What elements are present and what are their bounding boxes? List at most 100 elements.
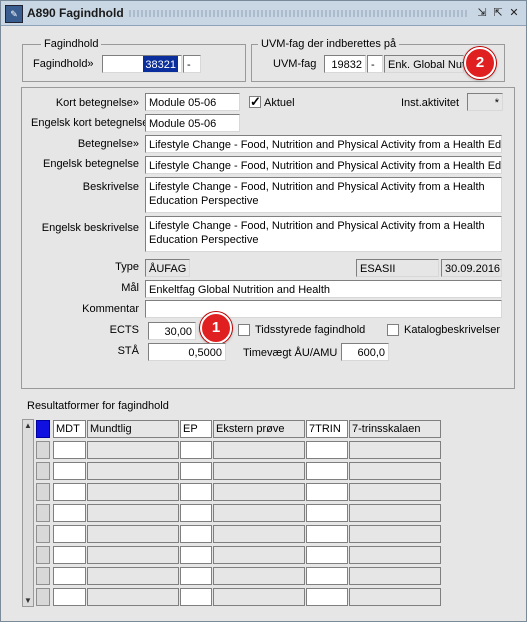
grid-cell[interactable] — [180, 525, 212, 543]
type-field: ÅUFAG — [145, 259, 190, 277]
grid-cell-row-1: Mundtlig — [87, 420, 179, 438]
grid-cell — [349, 462, 441, 480]
grid-cell[interactable] — [180, 483, 212, 501]
grid-cell — [87, 483, 179, 501]
grid-cell[interactable] — [180, 546, 212, 564]
grid-cell[interactable] — [53, 588, 86, 606]
row-indicator[interactable] — [36, 441, 50, 459]
grid-cell-row-1: 7-trinsskalaen — [349, 420, 441, 438]
scroll-down-icon[interactable]: ▼ — [23, 595, 33, 606]
grid-cell[interactable] — [53, 525, 86, 543]
uvm-fag-suffix[interactable]: - — [367, 55, 383, 73]
check-icon: ✓ — [250, 94, 261, 109]
grid-cell[interactable] — [306, 504, 348, 522]
resultatformer-title: Resultatformer for fagindhold — [27, 400, 169, 412]
grid-cell[interactable] — [180, 567, 212, 585]
grid-cell — [349, 525, 441, 543]
aktuel-label: Aktuel — [264, 97, 295, 109]
row-indicator[interactable] — [36, 462, 50, 480]
maal-label: Mål — [121, 282, 139, 294]
grid-cell[interactable] — [53, 546, 86, 564]
scroll-up-icon[interactable]: ▲ — [23, 420, 33, 431]
window: ✎ A890 Fagindhold ⇲ ⇱ ✕ Fagindhold Fagin… — [0, 0, 527, 622]
engelsk-beskrivelse-field[interactable]: Lifestyle Change - Food, Nutrition and P… — [145, 216, 502, 252]
fagindhold-group-title: Fagindhold — [41, 38, 102, 50]
engelsk-kort-field[interactable]: Module 05-06 — [145, 114, 240, 132]
kort-betegnelse-label: Kort betegnelse» — [55, 97, 139, 109]
grid-cell[interactable] — [53, 504, 86, 522]
beskrivelse-field[interactable]: Lifestyle Change - Food, Nutrition and P… — [145, 177, 502, 213]
inst-aktivitet-label: Inst.aktivitet — [401, 97, 460, 109]
ects-field[interactable]: 30,00 — [148, 322, 196, 340]
grid-cell[interactable] — [53, 462, 86, 480]
grid-cell — [213, 462, 305, 480]
grid-cell — [349, 441, 441, 459]
grid-cell-row-1[interactable]: EP — [180, 420, 212, 438]
grid-cell[interactable] — [306, 546, 348, 564]
kommentar-field[interactable] — [145, 300, 502, 318]
fagindhold-suffix[interactable]: - — [183, 55, 201, 73]
row-indicator[interactable] — [36, 588, 50, 606]
grid-cell-row-1: Ekstern prøve — [213, 420, 305, 438]
uvm-fag-label: UVM-fag — [273, 58, 317, 70]
engelsk-betegnelse-field[interactable]: Lifestyle Change - Food, Nutrition and P… — [145, 156, 502, 174]
grid-cell-row-1[interactable]: MDT — [53, 420, 86, 438]
callout-badge-1: 1 — [200, 312, 232, 344]
timevaegt-label: Timevægt ÅU/AMU — [243, 347, 338, 359]
row-indicator[interactable] — [36, 483, 50, 501]
grid-scrollbar[interactable]: ▲ ▼ — [22, 419, 34, 607]
fagindhold-field[interactable]: 38321 — [102, 55, 182, 73]
betegnelse-field[interactable]: Lifestyle Change - Food, Nutrition and P… — [145, 135, 502, 153]
grid-cell[interactable] — [53, 441, 86, 459]
grid-cell — [213, 588, 305, 606]
kort-betegnelse-field[interactable]: Module 05-06 — [145, 93, 240, 111]
uvm-fag-code-field[interactable]: 19832 — [324, 55, 366, 73]
staa-field[interactable]: 0,5000 — [148, 343, 226, 361]
title-bar[interactable]: ✎ A890 Fagindhold ⇲ ⇱ ✕ — [1, 1, 526, 26]
close-icon[interactable]: ✕ — [507, 6, 521, 20]
grid-cell[interactable] — [180, 588, 212, 606]
engelsk-betegnelse-label: Engelsk betegnelse — [42, 158, 139, 170]
grid-cell — [87, 525, 179, 543]
grid-cell — [87, 588, 179, 606]
grid-cell — [87, 441, 179, 459]
beskrivelse-label: Beskrivelse — [82, 181, 139, 193]
katalog-label: Katalogbeskrivelser — [404, 324, 500, 336]
row-indicator[interactable] — [36, 504, 50, 522]
katalog-checkbox[interactable] — [387, 324, 399, 336]
type-label: Type — [115, 261, 139, 273]
grid-cell — [349, 567, 441, 585]
grid-cell[interactable] — [306, 441, 348, 459]
grid-cell — [213, 441, 305, 459]
grid-cell[interactable] — [306, 525, 348, 543]
grid-cell — [349, 504, 441, 522]
grid-cell[interactable] — [306, 462, 348, 480]
aktuel-checkbox[interactable]: ✓ — [249, 94, 261, 109]
grid-cell[interactable] — [53, 567, 86, 585]
grid-cell-row-1[interactable]: 7TRIN — [306, 420, 348, 438]
tidsstyrede-checkbox[interactable] — [238, 324, 250, 336]
fagindhold-value: 38321 — [143, 56, 178, 72]
grid-cell[interactable] — [53, 483, 86, 501]
row-indicator[interactable] — [36, 420, 50, 438]
grid-cell[interactable] — [306, 483, 348, 501]
tidsstyrede-label: Tidsstyrede fagindhold — [255, 324, 366, 336]
grid-cell[interactable] — [180, 504, 212, 522]
timevaegt-field[interactable]: 600,0 — [341, 343, 389, 361]
minimize-icon[interactable]: ⇲ — [475, 6, 489, 20]
maximize-icon[interactable]: ⇱ — [491, 6, 505, 20]
grid-cell[interactable] — [306, 588, 348, 606]
grid-cell — [213, 504, 305, 522]
grid-cell — [87, 546, 179, 564]
grid-cell[interactable] — [306, 567, 348, 585]
grid-cell — [213, 483, 305, 501]
uvm-group-title: UVM-fag der indberettes på — [258, 38, 400, 50]
maal-field[interactable]: Enkeltfag Global Nutrition and Health — [145, 280, 502, 298]
grid-cell — [213, 525, 305, 543]
grid-cell — [87, 462, 179, 480]
grid-cell[interactable] — [180, 462, 212, 480]
row-indicator[interactable] — [36, 567, 50, 585]
row-indicator[interactable] — [36, 525, 50, 543]
grid-cell[interactable] — [180, 441, 212, 459]
row-indicator[interactable] — [36, 546, 50, 564]
